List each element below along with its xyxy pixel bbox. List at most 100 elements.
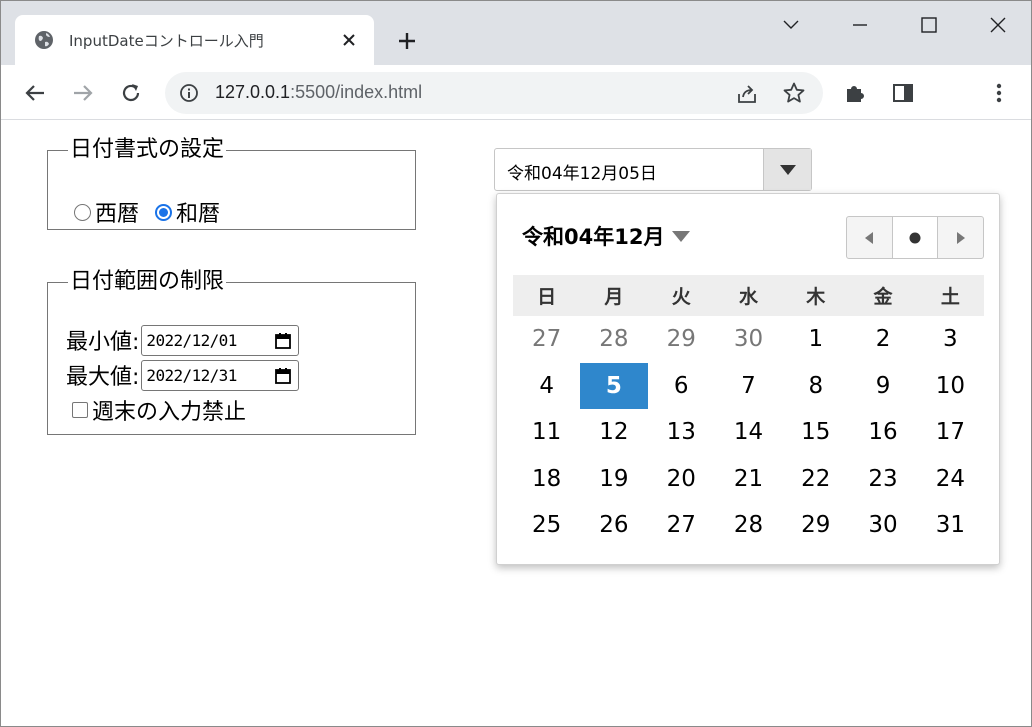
calendar-week-row: 4 5 6 7 8 9 10 — [513, 362, 984, 410]
date-range-group: 日付範囲の制限 最小値: 2022/12/01 最大値: 2022/12/31 — [47, 270, 416, 435]
calendar-day[interactable]: 23 — [849, 456, 916, 503]
calendar-day[interactable]: 11 — [513, 409, 580, 456]
calendar-day[interactable]: 31 — [917, 502, 984, 549]
calendar-week-row: 18 19 20 21 22 23 24 — [513, 456, 984, 503]
more-vertical-icon[interactable] — [983, 77, 1015, 109]
address-bar[interactable]: 127.0.0.1:5500/index.html — [165, 72, 823, 114]
calendar-day[interactable]: 24 — [917, 456, 984, 503]
max-date-row: 最大値: 2022/12/31 — [66, 359, 300, 391]
date-picker-input[interactable]: 令和04年12月05日 — [494, 148, 812, 191]
weekday-header-cell: 火 — [671, 286, 691, 308]
star-icon[interactable] — [782, 81, 806, 105]
calendar-day[interactable]: 20 — [648, 456, 715, 503]
weekday-header-cell: 木 — [806, 286, 826, 308]
calendar-day[interactable]: 27 — [648, 502, 715, 549]
calendar-day[interactable]: 16 — [849, 409, 916, 456]
min-date-value: 2022/12/01 — [146, 330, 237, 350]
calendar-day[interactable]: 19 — [580, 456, 647, 503]
calendar-day[interactable]: 28 — [580, 316, 647, 363]
puzzle-icon[interactable] — [839, 77, 871, 109]
browser-window: InputDateコントロール入門 127.0.0.1:5500/index.h… — [0, 0, 1032, 727]
date-range-legend: 日付範囲の制限 — [70, 269, 225, 294]
calendar-day[interactable]: 7 — [715, 363, 782, 410]
chevron-down-icon[interactable] — [771, 9, 811, 41]
today-button[interactable] — [892, 217, 939, 258]
max-date-input[interactable]: 2022/12/31 — [141, 359, 300, 391]
calendar-week-row: 11 12 13 14 15 16 17 — [513, 409, 984, 456]
calendar-day[interactable]: 6 — [648, 363, 715, 410]
calendar-day[interactable]: 18 — [513, 456, 580, 503]
weekend-row: 週末の入力禁止 — [72, 394, 246, 426]
calendar-day[interactable]: 29 — [648, 316, 715, 363]
minimize-icon[interactable] — [840, 9, 880, 41]
calendar-day[interactable]: 9 — [849, 363, 916, 410]
min-date-input[interactable]: 2022/12/01 — [141, 324, 300, 356]
weekday-header-cell: 月 — [604, 286, 624, 308]
calendar-day[interactable]: 1 — [782, 316, 849, 363]
calendar-day[interactable]: 25 — [513, 502, 580, 549]
calendar-day[interactable]: 30 — [715, 316, 782, 363]
calendar-day[interactable]: 13 — [648, 409, 715, 456]
calendar-day[interactable]: 8 — [782, 363, 849, 410]
share-icon[interactable] — [735, 82, 759, 106]
prev-month-button[interactable] — [847, 217, 893, 258]
min-date-label: 最小値: — [66, 330, 140, 355]
calendar-day[interactable]: 27 — [513, 316, 580, 363]
next-month-button[interactable] — [938, 217, 983, 258]
triangle-right-icon — [956, 231, 965, 244]
url-text[interactable]: 127.0.0.1:5500/index.html — [215, 82, 422, 103]
caret-down-icon — [672, 230, 691, 242]
calendar-weeks: 27 28 29 30 1 2 3 4 5 6 7 8 9 10 11 12 13 14 15 16 17 18 19 20 2… — [513, 316, 984, 549]
weekend-label[interactable]: 週末の入力禁止 — [92, 394, 246, 426]
dropdown-toggle-button[interactable] — [763, 149, 811, 190]
weekday-header-cell: 金 — [873, 286, 893, 308]
browser-tab[interactable]: InputDateコントロール入門 — [15, 15, 374, 65]
window-close-icon[interactable] — [978, 9, 1018, 41]
radio-seireki-label[interactable]: 西暦 — [95, 196, 139, 228]
url-path: :5500/index.html — [290, 82, 423, 102]
tab-title: InputDateコントロール入門 — [69, 32, 264, 50]
maximize-icon[interactable] — [909, 9, 949, 41]
calendar-day-selected[interactable]: 5 — [580, 362, 648, 409]
calendar-day[interactable]: 21 — [715, 456, 782, 503]
arrow-right-icon[interactable] — [67, 77, 99, 109]
calendar-day[interactable]: 29 — [782, 502, 849, 549]
max-date-value: 2022/12/31 — [146, 365, 237, 385]
date-format-group: 日付書式の設定 西暦 和暦 — [47, 138, 416, 230]
weekday-header: 日月火水木金土 — [513, 275, 984, 316]
calendar-day[interactable]: 14 — [715, 409, 782, 456]
radio-seireki[interactable] — [74, 203, 91, 221]
caret-down-icon — [779, 164, 796, 175]
tab-strip: InputDateコントロール入門 — [1, 1, 1031, 65]
plus-icon[interactable] — [393, 27, 421, 55]
calendar-day[interactable]: 22 — [782, 456, 849, 503]
calendar-popup: 令和04年12月 日月火水木金土 27 28 29 30 1 2 3 4 5 6 7 8 9 10 11 12… — [496, 193, 1000, 565]
arrow-left-icon[interactable] — [19, 77, 51, 109]
side-panel-icon[interactable] — [887, 77, 919, 109]
calendar-day[interactable]: 3 — [917, 316, 984, 363]
calendar-day[interactable]: 30 — [849, 502, 916, 549]
calendar-day[interactable]: 12 — [580, 409, 647, 456]
reload-icon[interactable] — [115, 77, 147, 109]
radio-wareki[interactable] — [155, 203, 173, 221]
calendar-icon[interactable] — [274, 332, 292, 350]
month-title: 令和04年12月 — [522, 225, 665, 249]
date-picker-value[interactable]: 令和04年12月05日 — [507, 159, 657, 184]
calendar-day[interactable]: 28 — [715, 502, 782, 549]
triangle-left-icon — [865, 231, 874, 244]
calendar-day[interactable]: 17 — [917, 409, 984, 456]
calendar-icon[interactable] — [274, 367, 292, 385]
weekend-checkbox[interactable] — [72, 402, 88, 418]
calendar-day[interactable]: 2 — [849, 316, 916, 363]
info-icon[interactable] — [179, 83, 199, 103]
calendar-day[interactable]: 10 — [917, 363, 984, 410]
date-format-legend: 日付書式の設定 — [70, 137, 225, 162]
month-selector[interactable]: 令和04年12月 — [522, 221, 691, 251]
calendar-day[interactable]: 26 — [580, 502, 647, 549]
radio-wareki-label[interactable]: 和暦 — [176, 196, 220, 228]
calendar-week-row: 25 26 27 28 29 30 31 — [513, 502, 984, 549]
weekday-header-cell: 水 — [738, 286, 758, 308]
calendar-day[interactable]: 15 — [782, 409, 849, 456]
close-icon[interactable] — [337, 28, 361, 52]
calendar-day[interactable]: 4 — [513, 363, 580, 410]
